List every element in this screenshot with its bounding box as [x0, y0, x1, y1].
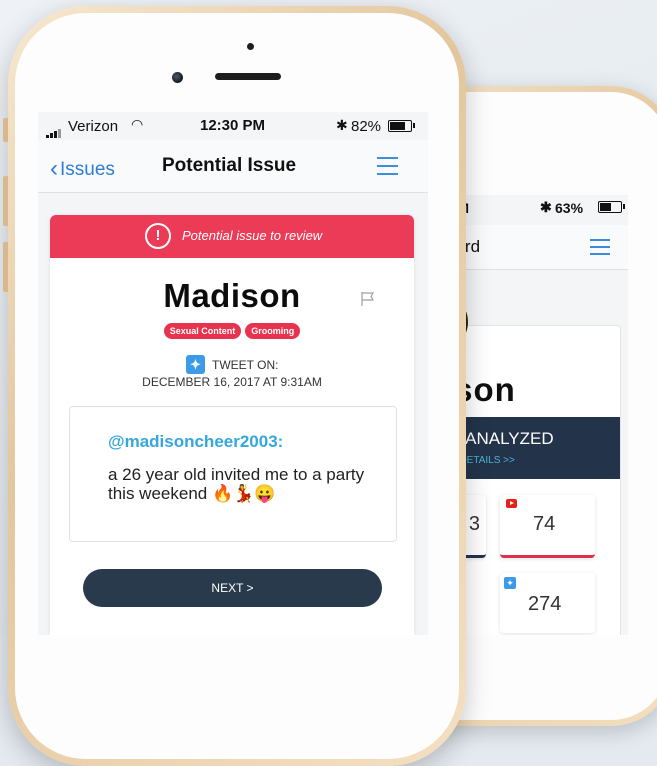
mute-switch — [3, 118, 8, 142]
nav-bar: ‹ Issues Potential Issue — [38, 140, 428, 193]
volume-down-button — [3, 242, 8, 292]
signal-icon — [46, 121, 62, 138]
status-bar: Verizon ◠ 12:30 PM ✱ 82% — [38, 112, 428, 140]
next-button[interactable]: NEXT > — [83, 569, 382, 607]
youtube-stat-value: 74 — [533, 513, 556, 535]
front-camera-icon — [172, 72, 183, 83]
chevron-left-icon: ‹ — [50, 155, 58, 182]
earpiece-speaker — [215, 73, 281, 80]
tweet-box: @madisoncheer2003: a 26 year old invited… — [69, 406, 397, 542]
twitter-stat-card[interactable]: ✦ 274 — [500, 573, 595, 633]
back-nav-bar: oard — [438, 225, 628, 270]
battery-icon — [598, 201, 625, 213]
bluetooth-icon: ✱ — [336, 117, 348, 133]
youtube-icon — [506, 499, 517, 508]
tweet-source-label: TWEET ON: — [212, 358, 279, 372]
flag-icon[interactable] — [360, 291, 376, 307]
carrier-name: Verizon — [68, 118, 119, 135]
tweet-source-row: ✦ TWEET ON: — [50, 355, 414, 377]
back-battery-percent: 63% — [555, 200, 584, 216]
youtube-stat-card[interactable]: 74 — [500, 495, 595, 558]
hamburger-menu-icon[interactable] — [377, 157, 398, 181]
back-phone-screen: PM ✱ 63% oard ison S ANALYZED S DETAILS … — [438, 195, 628, 635]
tag-grooming: Grooming — [245, 323, 301, 339]
back-button-label: Issues — [60, 159, 115, 180]
proximity-sensor — [247, 43, 254, 50]
battery-icon — [388, 120, 415, 132]
page-title: Potential Issue — [162, 155, 297, 176]
bluetooth-icon: ✱ — [540, 199, 552, 215]
wifi-icon: ◠ — [131, 116, 144, 132]
twitter-icon: ✦ — [504, 577, 516, 589]
hamburger-menu-icon[interactable] — [590, 239, 610, 260]
back-status-bar: PM ✱ 63% — [438, 195, 628, 219]
back-button[interactable]: ‹ Issues — [50, 154, 115, 182]
tweet-date: DECEMBER 16, 2017 AT 9:31AM — [142, 375, 322, 389]
tag-list: Sexual Content Grooming — [50, 323, 414, 339]
tweet-text: a 26 year old invited me to a party this… — [108, 465, 365, 503]
twitter-stat-value: 274 — [528, 593, 562, 615]
volume-up-button — [3, 176, 8, 226]
warning-icon: ! — [145, 223, 171, 249]
stat-value: 3 — [468, 513, 480, 535]
front-phone-screen: Verizon ◠ 12:30 PM ✱ 82% ‹ Issues Potenti… — [38, 112, 428, 635]
status-time: 12:30 PM — [200, 117, 266, 134]
issue-card: ! Potential issue to review Madison Sexu… — [50, 215, 414, 635]
alert-banner: ! Potential issue to review — [50, 215, 414, 258]
battery-percent: 82% — [351, 118, 382, 135]
twitter-icon: ✦ — [186, 355, 205, 374]
tag-sexual-content: Sexual Content — [163, 323, 242, 339]
tweet-handle: @madisoncheer2003: — [108, 432, 284, 451]
alert-text: Potential issue to review — [182, 228, 323, 243]
